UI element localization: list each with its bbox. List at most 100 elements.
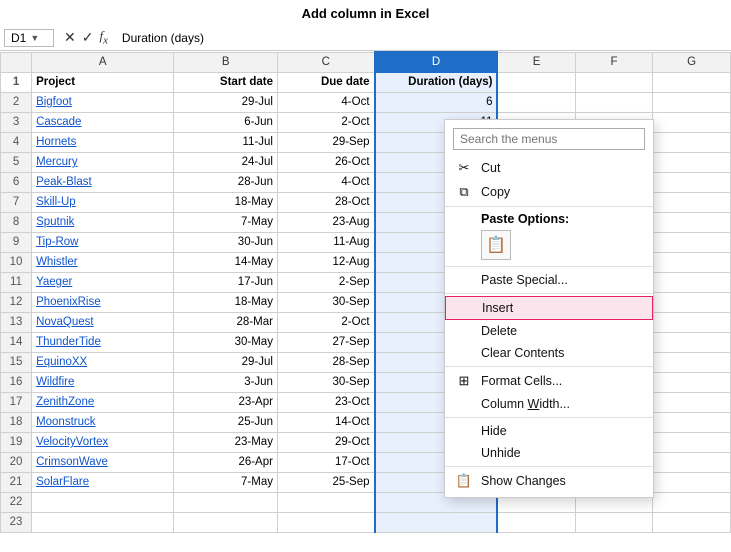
cell-F2[interactable] <box>575 92 653 112</box>
cell-G3[interactable] <box>653 112 731 132</box>
cell-A9[interactable]: Tip-Row <box>32 232 174 252</box>
cell-G15[interactable] <box>653 352 731 372</box>
cell-F1[interactable] <box>575 72 653 92</box>
cell-C13[interactable]: 2-Oct <box>277 312 374 332</box>
cell-B4[interactable]: 11-Jul <box>174 132 278 152</box>
cell-C23[interactable] <box>277 512 374 532</box>
menu-item-cut[interactable]: ✂ Cut <box>445 156 653 180</box>
cell-B18[interactable]: 25-Jun <box>174 412 278 432</box>
cell-G11[interactable] <box>653 272 731 292</box>
menu-search-input[interactable] <box>453 128 645 150</box>
menu-item-copy[interactable]: ⧉ Copy <box>445 180 653 204</box>
cell-C16[interactable]: 30-Sep <box>277 372 374 392</box>
cell-B13[interactable]: 28-Mar <box>174 312 278 332</box>
cell-C18[interactable]: 14-Oct <box>277 412 374 432</box>
menu-item-clear-contents[interactable]: Clear Contents <box>445 342 653 364</box>
cell-B20[interactable]: 26-Apr <box>174 452 278 472</box>
cell-C10[interactable]: 12-Aug <box>277 252 374 272</box>
cell-B22[interactable] <box>174 492 278 512</box>
cell-B16[interactable]: 3-Jun <box>174 372 278 392</box>
cell-B11[interactable]: 17-Jun <box>174 272 278 292</box>
cell-G21[interactable] <box>653 472 731 492</box>
cell-G10[interactable] <box>653 252 731 272</box>
cell-D2[interactable]: 6 <box>375 92 498 112</box>
menu-item-delete[interactable]: Delete <box>445 320 653 342</box>
menu-item-hide[interactable]: Hide <box>445 420 653 442</box>
cell-C17[interactable]: 23-Oct <box>277 392 374 412</box>
col-header-E[interactable]: E <box>497 52 575 72</box>
cell-G6[interactable] <box>653 172 731 192</box>
cell-G7[interactable] <box>653 192 731 212</box>
dropdown-arrow-icon[interactable]: ▼ <box>30 33 39 43</box>
cell-G4[interactable] <box>653 132 731 152</box>
menu-item-format-cells[interactable]: ⊞ Format Cells... <box>445 369 653 393</box>
menu-item-show-changes[interactable]: 📋 Show Changes <box>445 469 653 493</box>
cell-C20[interactable]: 17-Oct <box>277 452 374 472</box>
cell-D1[interactable]: Duration (days) <box>375 72 498 92</box>
cell-A4[interactable]: Hornets <box>32 132 174 152</box>
cell-C12[interactable]: 30-Sep <box>277 292 374 312</box>
cell-A16[interactable]: Wildfire <box>32 372 174 392</box>
confirm-icon[interactable]: ✓ <box>82 29 94 46</box>
cell-G19[interactable] <box>653 432 731 452</box>
cell-A2[interactable]: Bigfoot <box>32 92 174 112</box>
cell-C11[interactable]: 2-Sep <box>277 272 374 292</box>
cell-B12[interactable]: 18-May <box>174 292 278 312</box>
cell-C22[interactable] <box>277 492 374 512</box>
cell-B9[interactable]: 30-Jun <box>174 232 278 252</box>
cell-A22[interactable] <box>32 492 174 512</box>
col-header-A[interactable]: A <box>32 52 174 72</box>
function-icon[interactable]: fx <box>99 28 107 47</box>
cell-C21[interactable]: 25-Sep <box>277 472 374 492</box>
cell-C8[interactable]: 23-Aug <box>277 212 374 232</box>
cell-A10[interactable]: Whistler <box>32 252 174 272</box>
cell-A12[interactable]: PhoenixRise <box>32 292 174 312</box>
cell-E23[interactable] <box>497 512 575 532</box>
cell-A11[interactable]: Yaeger <box>32 272 174 292</box>
cell-A19[interactable]: VelocityVortex <box>32 432 174 452</box>
cell-A14[interactable]: ThunderTide <box>32 332 174 352</box>
cell-B10[interactable]: 14-May <box>174 252 278 272</box>
cell-B2[interactable]: 29-Jul <box>174 92 278 112</box>
cell-A7[interactable]: Skill-Up <box>32 192 174 212</box>
cell-G9[interactable] <box>653 232 731 252</box>
cell-B14[interactable]: 30-May <box>174 332 278 352</box>
cell-B6[interactable]: 28-Jun <box>174 172 278 192</box>
cell-G14[interactable] <box>653 332 731 352</box>
cell-A1[interactable]: Project <box>32 72 174 92</box>
cell-B15[interactable]: 29-Jul <box>174 352 278 372</box>
cell-A17[interactable]: ZenithZone <box>32 392 174 412</box>
cell-G1[interactable] <box>653 72 731 92</box>
cell-A21[interactable]: SolarFlare <box>32 472 174 492</box>
cell-C15[interactable]: 28-Sep <box>277 352 374 372</box>
menu-item-insert[interactable]: Insert <box>445 296 653 320</box>
cell-G23[interactable] <box>653 512 731 532</box>
cell-B7[interactable]: 18-May <box>174 192 278 212</box>
cell-G20[interactable] <box>653 452 731 472</box>
menu-item-unhide[interactable]: Unhide <box>445 442 653 464</box>
cancel-icon[interactable]: ✕ <box>64 29 76 46</box>
paste-clipboard-icon[interactable]: 📋 <box>481 230 511 260</box>
cell-G16[interactable] <box>653 372 731 392</box>
col-header-G[interactable]: G <box>653 52 731 72</box>
cell-A20[interactable]: CrimsonWave <box>32 452 174 472</box>
cell-B21[interactable]: 7-May <box>174 472 278 492</box>
cell-D23[interactable] <box>375 512 498 532</box>
cell-A6[interactable]: Peak-Blast <box>32 172 174 192</box>
cell-B19[interactable]: 23-May <box>174 432 278 452</box>
cell-E1[interactable] <box>497 72 575 92</box>
cell-C2[interactable]: 4-Oct <box>277 92 374 112</box>
cell-B1[interactable]: Start date <box>174 72 278 92</box>
cell-C1[interactable]: Due date <box>277 72 374 92</box>
cell-B3[interactable]: 6-Jun <box>174 112 278 132</box>
cell-A13[interactable]: NovaQuest <box>32 312 174 332</box>
cell-C5[interactable]: 26-Oct <box>277 152 374 172</box>
col-header-B[interactable]: B <box>174 52 278 72</box>
cell-A23[interactable] <box>32 512 174 532</box>
cell-G12[interactable] <box>653 292 731 312</box>
col-header-F[interactable]: F <box>575 52 653 72</box>
cell-reference-box[interactable]: D1 ▼ <box>4 29 54 47</box>
cell-C7[interactable]: 28-Oct <box>277 192 374 212</box>
cell-G13[interactable] <box>653 312 731 332</box>
cell-C19[interactable]: 29-Oct <box>277 432 374 452</box>
